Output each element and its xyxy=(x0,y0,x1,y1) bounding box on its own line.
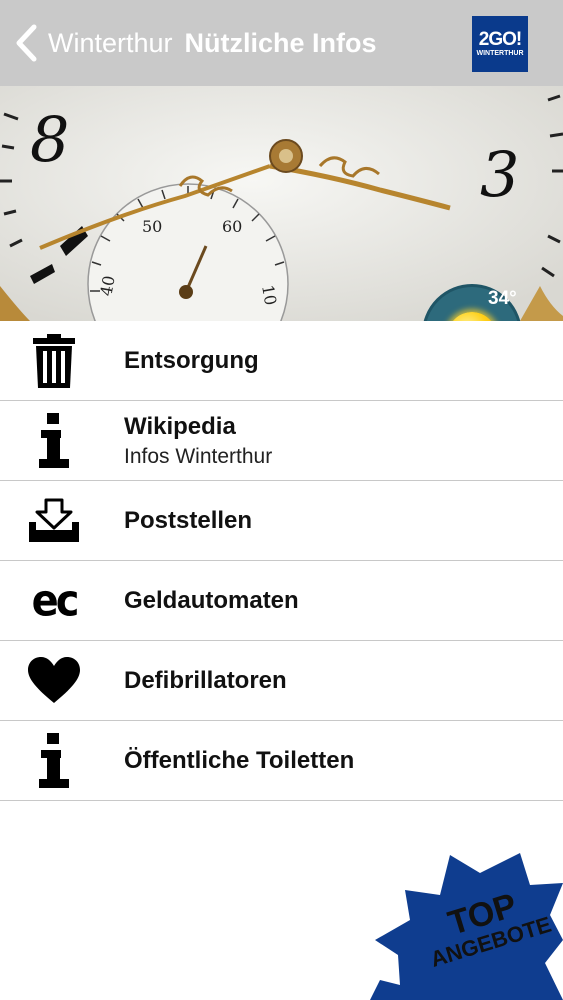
logo-main-text: 2GO! xyxy=(478,28,522,50)
list-item-label: Poststellen xyxy=(124,507,253,534)
navigation-bar: Winterthur Nützliche Infos 2GO! WINTERTH… xyxy=(0,0,563,86)
logo-sub-text: WINTERTHUR xyxy=(476,49,524,57)
top-angebote-button[interactable]: TOP ANGEBOTE xyxy=(370,845,563,1000)
list-item-defibrillatoren[interactable]: Defibrillatoren xyxy=(0,641,563,721)
list-item-label: Entsorgung xyxy=(124,347,259,374)
weather-temperature: 34° xyxy=(488,288,517,309)
list-item-sublabel: Infos Winterthur xyxy=(124,445,273,468)
hero-image: 8 3 50 60 40 10 34° xyxy=(0,86,563,321)
info-icon xyxy=(24,721,84,801)
list-item-poststellen[interactable]: Poststellen xyxy=(0,481,563,561)
ec-glyph: ec xyxy=(31,575,80,627)
page-title: Nützliche Infos xyxy=(184,27,377,58)
svg-text:60: 60 xyxy=(222,217,242,236)
back-button[interactable]: Winterthur xyxy=(0,0,173,86)
weather-widget[interactable]: 34° xyxy=(422,284,522,321)
list-item-label: Öffentliche Toiletten xyxy=(124,747,355,774)
ec-icon: ec xyxy=(24,561,84,641)
inbox-download-icon xyxy=(24,481,84,561)
heart-icon xyxy=(24,641,84,721)
list-item-oeffentliche-toiletten[interactable]: Öffentliche Toiletten xyxy=(0,721,563,801)
trash-icon xyxy=(24,321,84,401)
list-item-label: Geldautomaten xyxy=(124,587,299,614)
chevron-left-icon xyxy=(16,24,37,62)
svg-text:50: 50 xyxy=(142,217,162,236)
list-item-wikipedia[interactable]: Wikipedia Infos Winterthur xyxy=(0,401,563,481)
back-label: Winterthur xyxy=(48,27,173,58)
svg-text:40: 40 xyxy=(96,274,118,297)
list-item-label: Wikipedia xyxy=(124,413,236,440)
info-icon xyxy=(24,401,84,481)
list-item-entsorgung[interactable]: Entsorgung xyxy=(0,321,563,401)
svg-text:3: 3 xyxy=(480,138,519,211)
app-logo: 2GO! WINTERTHUR xyxy=(472,16,528,72)
list-item-label: Defibrillatoren xyxy=(124,667,287,694)
svg-text:8: 8 xyxy=(30,103,69,176)
info-list: Entsorgung Wikipedia Infos Winterthur Po… xyxy=(0,321,563,801)
svg-text:10: 10 xyxy=(258,283,280,306)
list-item-geldautomaten[interactable]: ec Geldautomaten xyxy=(0,561,563,641)
